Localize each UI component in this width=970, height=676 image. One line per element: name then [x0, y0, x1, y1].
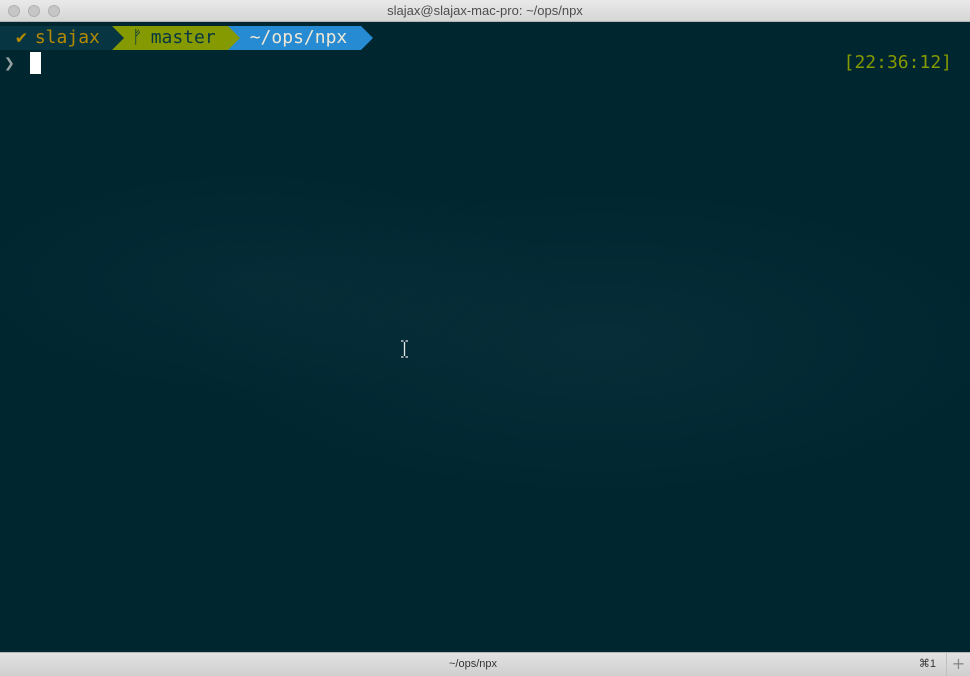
prompt-time: [22:36:12] [843, 52, 952, 73]
prompt-status-segment: ✔ slajax [0, 26, 124, 50]
new-tab-button[interactable]: + [946, 653, 970, 676]
powerline-prompt: ✔ slajax ᚠ master ~/ops/npx [0, 26, 374, 50]
check-icon: ✔ [16, 27, 27, 48]
git-branch-icon: ᚠ [131, 27, 143, 48]
terminal-content[interactable]: ✔ slajax ᚠ master ~/ops/npx ❯ [22:36:12] [0, 22, 970, 652]
tab-bar: ~/ops/npx ⌘1 + [0, 652, 970, 676]
prompt-user: slajax [34, 27, 100, 48]
command-input-line[interactable]: ❯ [4, 51, 41, 75]
window-title: slajax@slajax-mac-pro: ~/ops/npx [387, 3, 583, 18]
prompt-path: ~/ops/npx [249, 27, 348, 48]
segment-separator [227, 26, 240, 50]
title-bar[interactable]: slajax@slajax-mac-pro: ~/ops/npx [0, 0, 970, 22]
prompt-path-segment: ~/ops/npx [227, 26, 374, 50]
ibeam-cursor-icon [401, 340, 408, 358]
prompt-caret-icon: ❯ [4, 52, 15, 74]
segment-separator [111, 26, 124, 50]
tab-shortcut-label: ⌘1 [918, 658, 936, 670]
segment-separator [361, 26, 374, 50]
text-cursor [30, 52, 41, 74]
terminal-window: slajax@slajax-mac-pro: ~/ops/npx ✔ slajax… [0, 0, 970, 676]
prompt-git-segment: ᚠ master [111, 26, 240, 50]
tab-ops-npx[interactable]: ~/ops/npx [0, 653, 946, 676]
prompt-branch: master [150, 27, 216, 48]
